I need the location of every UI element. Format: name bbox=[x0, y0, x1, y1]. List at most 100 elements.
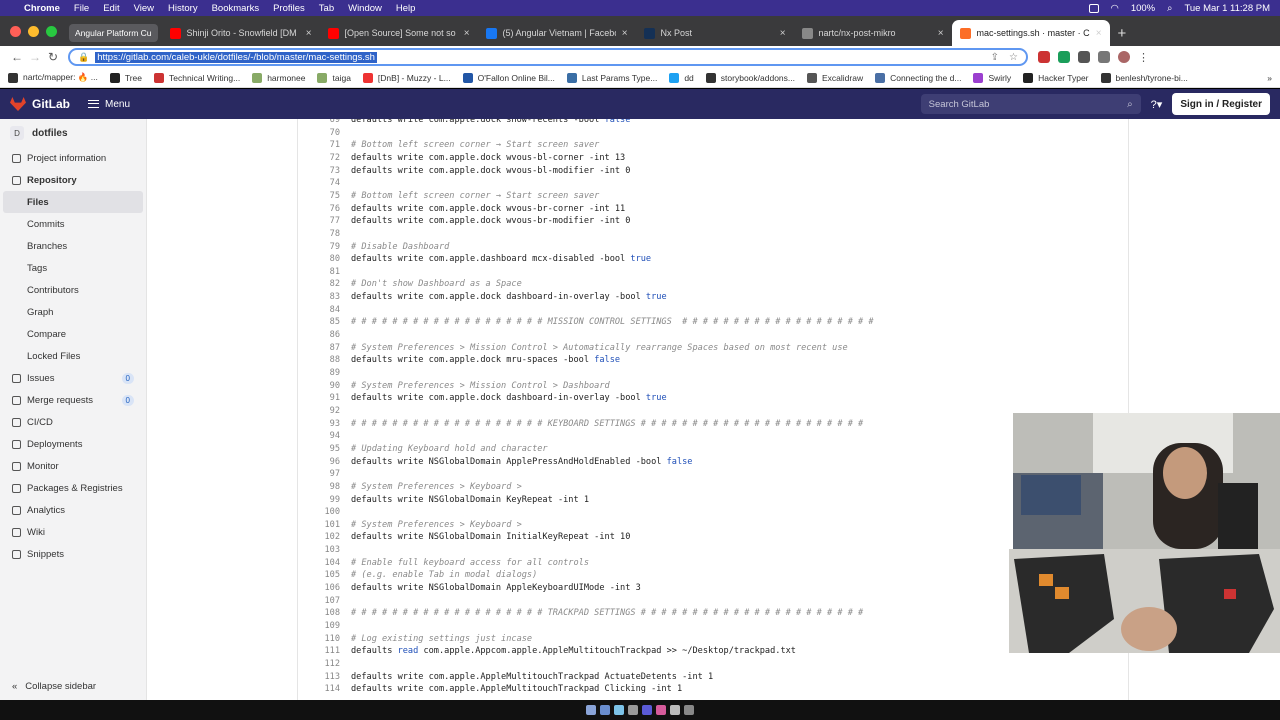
bookmark-item[interactable]: benlesh/tyrone-bi... bbox=[1100, 72, 1188, 83]
sign-in-button[interactable]: Sign in / Register bbox=[1172, 93, 1270, 115]
sidebar-item[interactable]: Repository bbox=[0, 169, 146, 191]
close-tab-icon[interactable]: × bbox=[464, 28, 470, 39]
sidebar-item[interactable]: Commits bbox=[0, 213, 146, 235]
sidebar-item[interactable]: Issues 0 bbox=[0, 367, 146, 389]
gitlab-brand[interactable]: GitLab bbox=[32, 97, 70, 111]
dock-app-icon[interactable] bbox=[656, 705, 666, 715]
bookmark-item[interactable]: Tree bbox=[109, 72, 142, 83]
dock-app-icon[interactable] bbox=[600, 705, 610, 715]
lock-icon[interactable]: 🔒 bbox=[78, 52, 89, 63]
menu-app-name[interactable]: Chrome bbox=[24, 3, 60, 14]
close-window-icon[interactable] bbox=[10, 25, 21, 37]
sidebar-item[interactable]: Project information bbox=[0, 147, 146, 169]
reload-icon[interactable]: ↻ bbox=[44, 50, 62, 64]
menu-item[interactable]: Help bbox=[396, 3, 416, 14]
address-bar[interactable]: 🔒 https://gitlab.com/caleb-ukle/dotfiles… bbox=[68, 48, 1028, 66]
tab-group-label[interactable]: Angular Platform Cu bbox=[69, 24, 158, 42]
close-tab-icon[interactable]: × bbox=[780, 28, 786, 39]
bookmark-item[interactable]: taiga bbox=[317, 72, 351, 83]
forward-arrow-icon[interactable]: → bbox=[26, 50, 44, 64]
menu-item[interactable]: History bbox=[168, 3, 198, 14]
code-viewer[interactable]: 69 defaults write com.apple.dock show-rec… bbox=[297, 119, 1129, 700]
sidebar-item[interactable]: Monitor bbox=[0, 455, 146, 477]
browser-tab-strip: Angular Platform Cu Shinji Orito - Snowf… bbox=[0, 16, 1280, 46]
wifi-icon[interactable]: ◠ bbox=[1111, 3, 1119, 14]
reading-list-icon[interactable] bbox=[1098, 51, 1110, 63]
bookmark-item[interactable]: Swirly bbox=[973, 72, 1011, 83]
bookmark-item[interactable]: nartc/mapper: 🔥 ... bbox=[8, 72, 98, 83]
browser-tab[interactable]: [Open Source] Some not so ba × bbox=[320, 20, 478, 46]
menu-item[interactable]: View bbox=[134, 3, 154, 14]
dock-finder-icon[interactable] bbox=[586, 705, 596, 715]
bookmark-item[interactable]: Excalidraw bbox=[806, 72, 863, 83]
menu-item[interactable]: Tab bbox=[319, 3, 334, 14]
share-icon[interactable]: ⇪ bbox=[991, 52, 999, 63]
menu-item[interactable]: Edit bbox=[103, 3, 119, 14]
sidebar-item[interactable]: Deployments bbox=[0, 433, 146, 455]
dock-trash-icon[interactable] bbox=[684, 705, 694, 715]
bookmark-item[interactable]: dd bbox=[669, 72, 694, 83]
close-tab-icon[interactable]: × bbox=[622, 28, 628, 39]
back-arrow-icon[interactable]: ← bbox=[8, 50, 26, 64]
chrome-menu-icon[interactable]: ⋮ bbox=[1138, 51, 1149, 64]
close-tab-icon[interactable]: × bbox=[938, 28, 944, 39]
close-tab-icon[interactable]: × bbox=[306, 28, 312, 39]
code-line: # Log existing settings just incase bbox=[351, 633, 533, 644]
bookmark-item[interactable]: O'Fallon Online Bil... bbox=[462, 72, 555, 83]
sidebar-item[interactable]: Contributors bbox=[0, 279, 146, 301]
project-header[interactable]: D dotfiles bbox=[0, 119, 146, 147]
sidebar-item[interactable]: Packages & Registries bbox=[0, 477, 146, 499]
collapse-sidebar-button[interactable]: « Collapse sidebar bbox=[12, 681, 96, 692]
browser-tab[interactable]: nartc/nx-post-mikro × bbox=[794, 20, 952, 46]
bookmark-favicon-icon bbox=[806, 72, 817, 83]
address-url[interactable]: https://gitlab.com/caleb-ukle/dotfiles/-… bbox=[95, 51, 377, 63]
extension-grammarly-icon[interactable] bbox=[1058, 51, 1070, 63]
close-tab-icon[interactable]: × bbox=[1096, 28, 1102, 39]
menu-item[interactable]: File bbox=[74, 3, 89, 14]
bookmark-item[interactable]: [DnB] - Muzzy - L... bbox=[362, 72, 451, 83]
sidebar-item-icon bbox=[12, 175, 21, 185]
new-tab-icon[interactable]: + bbox=[1118, 20, 1127, 46]
sidebar-item[interactable]: CI/CD bbox=[0, 411, 146, 433]
browser-tab[interactable]: Shinji Orito - Snowfield [DM × bbox=[162, 20, 320, 46]
dock-app-icon[interactable] bbox=[614, 705, 624, 715]
sidebar-item[interactable]: Graph bbox=[0, 301, 146, 323]
browser-tab[interactable]: mac-settings.sh · master · Cale × bbox=[951, 20, 1110, 46]
sidebar-item[interactable]: Analytics bbox=[0, 499, 146, 521]
gitlab-search-input[interactable]: Search GitLab ⌕ bbox=[920, 94, 1141, 114]
sidebar-item[interactable]: Tags bbox=[0, 257, 146, 279]
menu-button[interactable]: Menu bbox=[88, 99, 130, 110]
browser-tab[interactable]: Nx Post × bbox=[636, 20, 794, 46]
dock-app-icon[interactable] bbox=[642, 705, 652, 715]
bookmark-star-icon[interactable]: ☆ bbox=[1009, 52, 1018, 63]
bookmark-item[interactable]: harmonee bbox=[252, 72, 305, 83]
bookmark-item[interactable]: storybook/addons... bbox=[705, 72, 795, 83]
sidebar-item[interactable]: Files bbox=[3, 191, 143, 213]
sidebar-item[interactable]: Branches bbox=[0, 235, 146, 257]
sidebar-item[interactable]: Locked Files bbox=[0, 345, 146, 367]
sidebar-item[interactable]: Compare bbox=[0, 323, 146, 345]
bookmark-item[interactable]: Connecting the d... bbox=[875, 72, 961, 83]
menubar-window-icon[interactable] bbox=[1088, 3, 1099, 13]
profile-avatar[interactable] bbox=[1118, 51, 1130, 63]
browser-tab[interactable]: (5) Angular Vietnam | Faceboo × bbox=[478, 20, 636, 46]
bookmark-item[interactable]: Technical Writing... bbox=[154, 72, 240, 83]
bookmark-item[interactable]: Last Params Type... bbox=[566, 72, 657, 83]
menu-item[interactable]: Profiles bbox=[273, 3, 305, 14]
help-icon[interactable]: ?▾ bbox=[1151, 98, 1163, 111]
search-icon[interactable]: ⌕ bbox=[1167, 3, 1172, 14]
menu-item[interactable]: Window bbox=[348, 3, 382, 14]
extensions-puzzle-icon[interactable] bbox=[1078, 51, 1090, 63]
zoom-window-icon[interactable] bbox=[46, 25, 57, 37]
bookmarks-overflow-icon[interactable]: » bbox=[1267, 73, 1272, 83]
sidebar-item[interactable]: Merge requests 0 bbox=[0, 389, 146, 411]
sidebar-item[interactable]: Snippets bbox=[0, 543, 146, 565]
minimize-window-icon[interactable] bbox=[28, 25, 39, 37]
menu-item[interactable]: Bookmarks bbox=[212, 3, 260, 14]
bookmark-item[interactable]: Hacker Typer bbox=[1023, 72, 1089, 83]
dock-app-icon[interactable] bbox=[628, 705, 638, 715]
dock-app-icon[interactable] bbox=[670, 705, 680, 715]
sidebar-item[interactable]: Wiki bbox=[0, 521, 146, 543]
gitlab-logo-icon[interactable] bbox=[10, 97, 26, 111]
extension-angular-icon[interactable] bbox=[1038, 51, 1050, 63]
